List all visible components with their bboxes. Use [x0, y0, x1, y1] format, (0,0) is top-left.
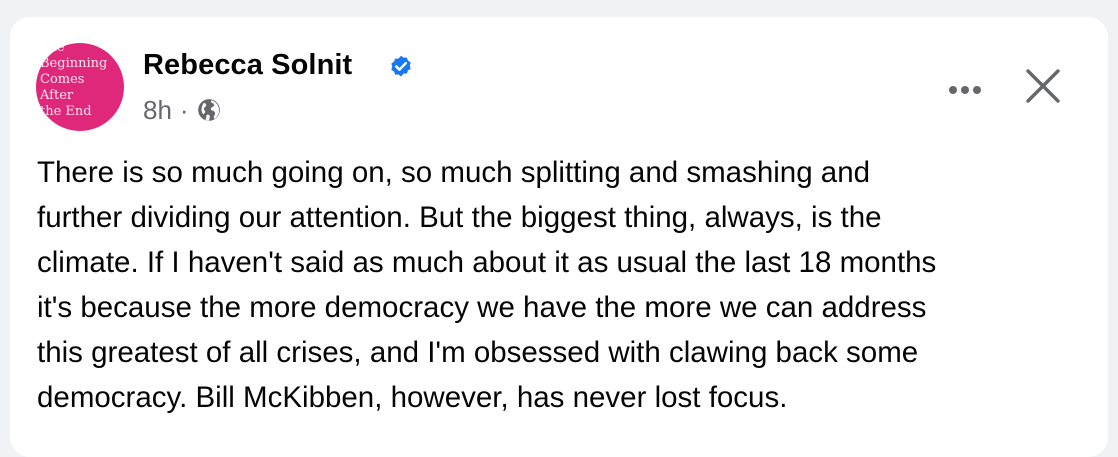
post-text-line: it's because the more democracy we have …	[37, 291, 927, 324]
post-body-text: There is so much going on, so much split…	[37, 150, 1087, 420]
post-meta: 8h ·	[143, 95, 222, 125]
globe-icon[interactable]	[196, 97, 222, 123]
post-card: The Beginning Comes After the End Rebecc…	[10, 17, 1108, 457]
post-timestamp[interactable]: 8h	[143, 95, 172, 126]
meta-separator: ·	[179, 94, 189, 125]
author-name[interactable]: Rebecca Solnit	[143, 49, 352, 82]
more-options-icon[interactable]	[936, 69, 992, 109]
post-text-line: climate. If I haven't said as much about…	[37, 246, 937, 279]
verified-badge-icon	[391, 55, 411, 77]
post-text-line: democracy. Bill McKibben, however, has n…	[37, 381, 788, 414]
post-text-line: this greatest of all crises, and I'm obs…	[37, 336, 919, 369]
avatar-book-cover-text: The Beginning Comes After the End	[40, 43, 108, 119]
post-text-line: further dividing our attention. But the …	[37, 201, 882, 234]
post-text-line: There is so much going on, so much split…	[37, 156, 871, 189]
author-avatar[interactable]: The Beginning Comes After the End	[36, 43, 124, 131]
close-icon[interactable]	[1018, 61, 1068, 111]
